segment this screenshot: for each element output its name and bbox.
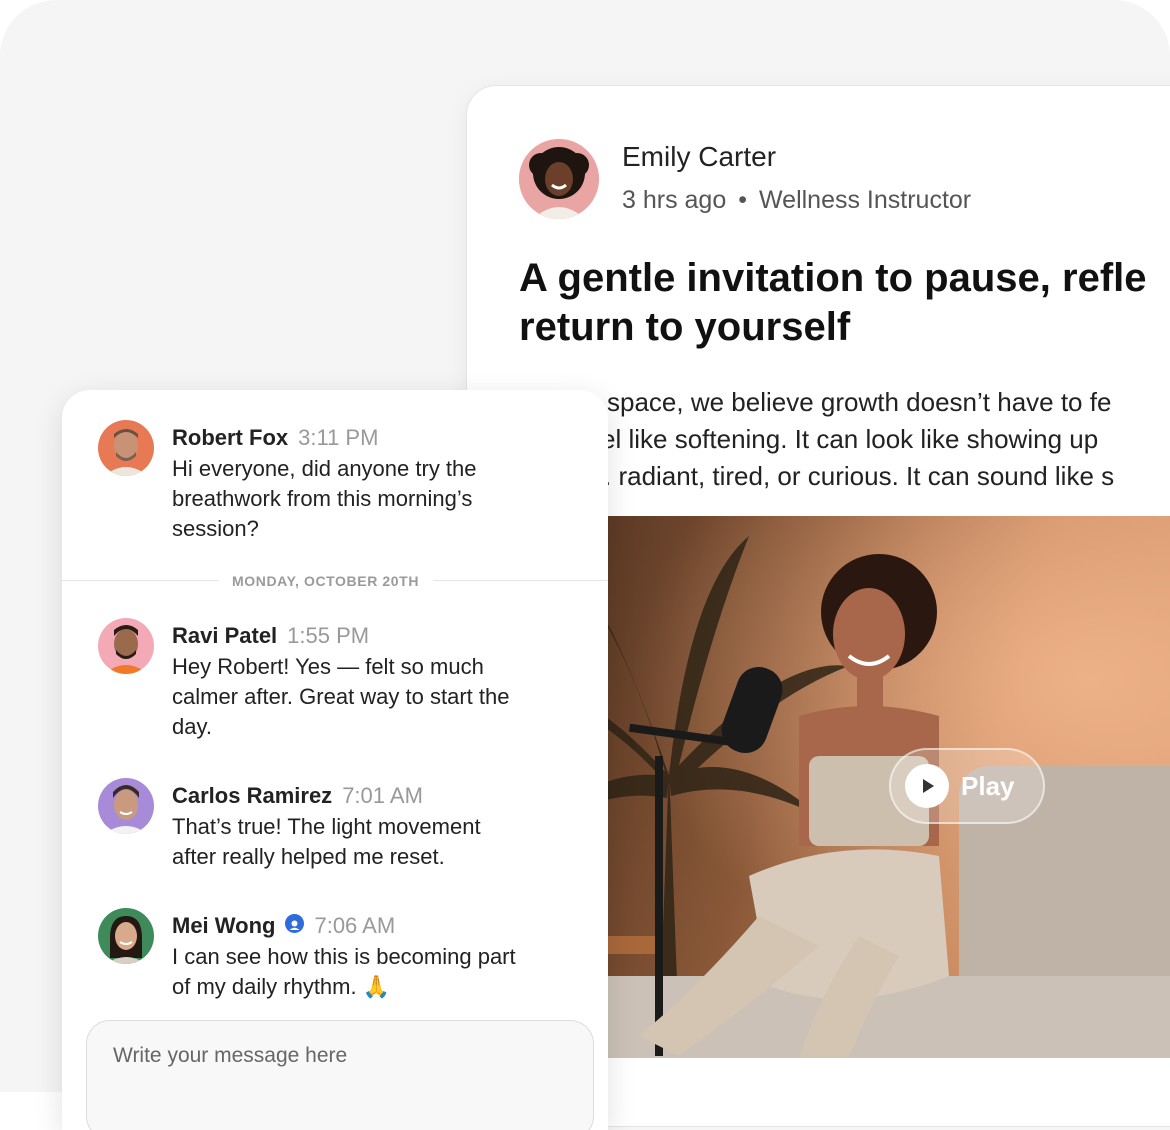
author-meta: 3 hrs ago • Wellness Instructor [622,186,971,215]
avatar[interactable] [98,908,154,964]
message-line: I can see how this is becoming part [172,944,516,969]
message-line: That’s true! The light movement [172,814,481,839]
message-text: Hey Robert! Yes — felt so much calmer af… [172,652,572,742]
message-time: 7:06 AM [314,913,396,938]
post-title-line: A gentle invitation to pause, refle [519,256,1147,300]
message-header: Carlos Ramirez 7:01 AM [172,782,423,810]
verified-badge-icon [285,914,305,933]
message-time: 7:01 AM [342,783,423,808]
message-line: day. [172,714,212,739]
date-divider-label: MONDAY, OCTOBER 20TH [218,570,434,592]
post-body-line: space, we believe growth doesn’t have to… [607,387,1112,417]
post-body: space, we believe growth doesn’t have to… [519,384,1170,495]
author-name[interactable]: Emily Carter [622,141,776,173]
author-role: Wellness Instructor [759,186,972,214]
message-time: 3:11 PM [298,425,379,450]
sender-name[interactable]: Carlos Ramirez [172,783,332,808]
message-header: Robert Fox 3:11 PM [172,424,378,452]
chat-panel: Robert Fox 3:11 PM Hi everyone, did anyon… [62,390,608,1130]
message-header: Mei Wong 7:06 AM [172,912,395,940]
message-header: Ravi Patel 1:55 PM [172,622,369,650]
message-line: after really helped me reset. [172,844,445,869]
post-title: A gentle invitation to pause, refle retu… [519,254,1170,352]
avatar[interactable] [98,778,154,834]
play-icon [905,764,949,808]
message-line: calmer after. Great way to start the [172,684,510,709]
sender-name[interactable]: Ravi Patel [172,623,277,648]
message-line: Hi everyone, did anyone try the [172,456,477,481]
message-input[interactable] [111,1039,555,1073]
message-text: Hi everyone, did anyone try the breathwo… [172,454,572,544]
author-avatar[interactable] [519,139,599,219]
message-composer[interactable] [86,1020,594,1130]
message-text: I can see how this is becoming part of m… [172,942,572,1002]
video-thumbnail [519,516,1170,1058]
play-button[interactable]: Play [889,748,1045,824]
post-body-line: . radiant, tired, or curious. It can sou… [604,461,1115,491]
message-line: Hey Robert! Yes — felt so much [172,654,484,679]
message-line: breathwork from this morning’s [172,486,473,511]
post-time: 3 hrs ago [622,186,727,214]
avatar[interactable] [98,420,154,476]
avatar[interactable] [98,618,154,674]
message-line: of my daily rhythm. 🙏 [172,974,391,999]
message-time: 1:55 PM [287,623,370,648]
date-divider: MONDAY, OCTOBER 20TH [62,570,608,592]
post-body-line: el like softening. It can look like show… [601,424,1099,454]
video-player[interactable]: Play [519,516,1170,1058]
meta-separator: • [738,186,748,214]
sender-name[interactable]: Mei Wong [172,913,275,938]
message-line: session? [172,516,259,541]
play-label: Play [961,770,1015,801]
post-title-line: return to yourself [519,305,851,349]
message-text: That’s true! The light movement after re… [172,812,572,872]
sender-name[interactable]: Robert Fox [172,425,288,450]
